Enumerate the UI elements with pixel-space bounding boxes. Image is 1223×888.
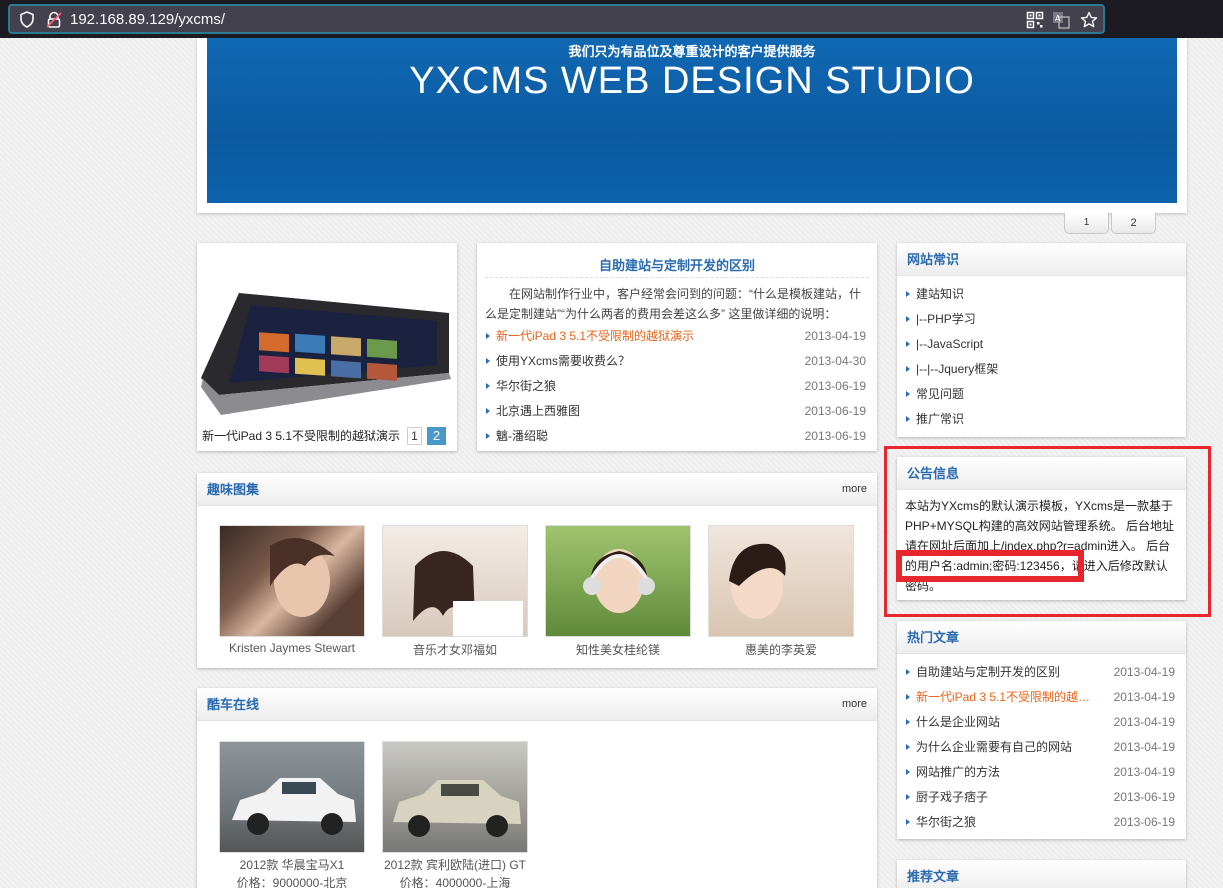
list-item-date: 2013-06-19	[804, 404, 866, 418]
featured-list: 新一代iPad 3 5.1不受限制的越狱演示 2013-04-19 使用YXcms…	[477, 324, 877, 449]
cars-more-link[interactable]: more	[842, 688, 867, 721]
list-item[interactable]: 华尔街之狼 2013-06-19	[897, 810, 1186, 835]
list-item-title[interactable]: 北京遇上西雅图	[496, 399, 580, 424]
category-item[interactable]: 常见问题	[897, 382, 1186, 407]
address-bar[interactable]: 192.168.89.129/yxcms/ A	[8, 4, 1105, 34]
list-item[interactable]: 新一代iPad 3 5.1不受限制的越狱演示 2013-04-19	[477, 324, 877, 349]
recommend-box: 推荐文章	[897, 860, 1186, 888]
car-thumb[interactable]	[219, 741, 365, 853]
credential-highlight	[896, 550, 1084, 582]
category-item[interactable]: 推广常识	[897, 407, 1186, 432]
list-item-title[interactable]: 华尔街之狼	[916, 810, 976, 835]
list-item-title[interactable]: 什么是企业网站	[916, 710, 1000, 735]
gallery-thumb[interactable]	[545, 525, 691, 637]
qr-code-icon[interactable]	[1026, 11, 1044, 29]
gallery-thumb[interactable]	[708, 525, 854, 637]
list-item-date: 2013-06-19	[1113, 790, 1175, 804]
translate-icon[interactable]: A	[1052, 11, 1070, 29]
banner-title: YXCMS WEB DESIGN STUDIO	[409, 60, 975, 102]
gallery-caption[interactable]: Kristen Jaymes Stewart	[219, 641, 365, 655]
list-item[interactable]: 使用YXcms需要收费么？ 2013-04-30	[477, 349, 877, 374]
list-item[interactable]: 厨子戏子痞子 2013-06-19	[897, 785, 1186, 810]
car-name[interactable]: 2012款 华晨宝马X1	[219, 856, 365, 873]
list-item[interactable]: 自助建站与定制开发的区别 2013-04-19	[897, 660, 1186, 685]
category-item[interactable]: |--|--Jquery框架	[897, 357, 1186, 382]
list-item[interactable]: 网站推广的方法 2013-04-19	[897, 760, 1186, 785]
banner-page-1[interactable]: 1	[1064, 213, 1109, 234]
category-item[interactable]: |--PHP学习	[897, 307, 1186, 332]
car-price: 价格：4000000-上海	[399, 876, 511, 888]
car-thumb[interactable]	[382, 741, 528, 853]
list-item-title[interactable]: 新一代iPad 3 5.1不受限制的越狱演示	[496, 324, 694, 349]
list-item[interactable]: 新一代iPad 3 5.1不受限制的越狱演示 2013-04-19	[897, 685, 1186, 710]
list-item-date: 2013-04-19	[1113, 740, 1175, 754]
car-name[interactable]: 2012款 宾利欧陆(进口) GT	[382, 856, 528, 873]
banner[interactable]: 我们只为有品位及尊重设计的客户提供服务 YXCMS WEB DESIGN STU…	[207, 38, 1177, 203]
recommend-title: 推荐文章	[897, 860, 1186, 888]
gallery-caption[interactable]: 知性美女桂纶镁	[545, 641, 691, 658]
slideshow-page-1[interactable]: 1	[407, 427, 422, 445]
list-item-date: 2013-06-19	[1113, 815, 1175, 829]
category-item[interactable]: 建站知识	[897, 282, 1186, 307]
featured-article-box: 自助建站与定制开发的区别 在网站制作行业中，客户经常会问到的问题：“什么是模板建…	[477, 243, 877, 451]
car-price: 价格：9000000-北京	[236, 876, 348, 888]
slideshow-caption[interactable]: 新一代iPad 3 5.1不受限制的越狱演示	[202, 427, 407, 444]
gallery-thumb[interactable]	[382, 525, 528, 637]
slideshow[interactable]: 新一代iPad 3 5.1不受限制的越狱演示 1 2	[197, 243, 457, 451]
gallery-caption[interactable]: 音乐才女邓福如	[382, 641, 528, 658]
category-item[interactable]: |--JavaScript	[897, 332, 1186, 357]
gallery-thumb[interactable]	[219, 525, 365, 637]
list-item-date: 2013-04-30	[804, 354, 866, 368]
slideshow-page-2[interactable]: 2	[427, 427, 446, 445]
list-item-date: 2013-04-19	[1113, 690, 1175, 704]
browser-toolbar: 192.168.89.129/yxcms/ A	[0, 0, 1223, 38]
list-item-title[interactable]: 为什么企业需要有自己的网站	[916, 735, 1072, 760]
cars-title: 酷车在线 more	[197, 688, 877, 721]
banner-subtitle: 我们只为有品位及尊重设计的客户提供服务	[568, 44, 816, 59]
gallery-title-text[interactable]: 趣味图集	[207, 482, 259, 497]
list-item[interactable]: 什么是企业网站 2013-04-19	[897, 710, 1186, 735]
header: 我们只为有品位及尊重设计的客户提供服务 YXCMS WEB DESIGN STU…	[197, 38, 1187, 213]
list-item-title[interactable]: 自助建站与定制开发的区别	[916, 660, 1060, 685]
list-item[interactable]: 为什么企业需要有自己的网站 2013-04-19	[897, 735, 1186, 760]
list-item-title[interactable]: 使用YXcms需要收费么？	[496, 349, 630, 374]
knowledge-box: 网站常识 建站知识 |--PHP学习 |--JavaScript |--|--J…	[897, 243, 1186, 437]
cars-box: 酷车在线 more 2012款 华晨宝马X1 价格：9000000-北京 2012…	[197, 688, 877, 888]
gallery-box: 趣味图集 more Kristen Jaymes Stewart 音乐才女邓福如 …	[197, 473, 877, 668]
list-item-date: 2013-04-19	[804, 329, 866, 343]
gallery-more-link[interactable]: more	[842, 473, 867, 506]
list-item-date: 2013-04-19	[1113, 715, 1175, 729]
list-item[interactable]: 华尔街之狼 2013-06-19	[477, 374, 877, 399]
hot-articles-box: 热门文章 自助建站与定制开发的区别 2013-04-19 新一代iPad 3 5.…	[897, 621, 1186, 839]
featured-summary: 在网站制作行业中，客户经常会问到的问题：“什么是模板建站，什么是定制建站”“为什…	[485, 287, 861, 321]
cars-title-text[interactable]: 酷车在线	[207, 697, 259, 712]
list-item-title[interactable]: 厨子戏子痞子	[916, 785, 988, 810]
svg-text:A: A	[1055, 14, 1061, 23]
hot-title: 热门文章	[897, 621, 1186, 654]
knowledge-title[interactable]: 网站常识	[897, 243, 1186, 276]
list-item-title[interactable]: 华尔街之狼	[496, 374, 556, 399]
list-item-title[interactable]: 新一代iPad 3 5.1不受限制的越狱演示	[916, 685, 1096, 710]
list-item-date: 2013-04-19	[1113, 765, 1175, 779]
bookmark-star-icon[interactable]	[1080, 11, 1098, 29]
gallery-title: 趣味图集 more	[197, 473, 877, 506]
list-item[interactable]: 魑-潘绍聪 2013-06-19	[477, 424, 877, 449]
list-item-date: 2013-04-19	[1113, 665, 1175, 679]
gallery-caption[interactable]: 惠美的李英爱	[708, 641, 854, 658]
url-text[interactable]: 192.168.89.129/yxcms/	[70, 11, 225, 28]
annotation-box	[884, 446, 1211, 617]
list-item-title[interactable]: 魑-潘绍聪	[496, 424, 548, 449]
banner-page-2[interactable]: 2	[1111, 213, 1156, 234]
shield-icon[interactable]	[20, 11, 34, 28]
list-item[interactable]: 北京遇上西雅图 2013-06-19	[477, 399, 877, 424]
lock-icon[interactable]	[46, 11, 62, 28]
ipad-image[interactable]	[199, 283, 455, 418]
featured-title[interactable]: 自助建站与定制开发的区别	[477, 255, 877, 274]
list-item-date: 2013-06-19	[804, 379, 866, 393]
list-item-date: 2013-06-19	[804, 429, 866, 443]
knowledge-list: 建站知识 |--PHP学习 |--JavaScript |--|--Jquery…	[897, 276, 1186, 432]
list-item-title[interactable]: 网站推广的方法	[916, 760, 1000, 785]
hot-list: 自助建站与定制开发的区别 2013-04-19 新一代iPad 3 5.1不受限制…	[897, 654, 1186, 835]
